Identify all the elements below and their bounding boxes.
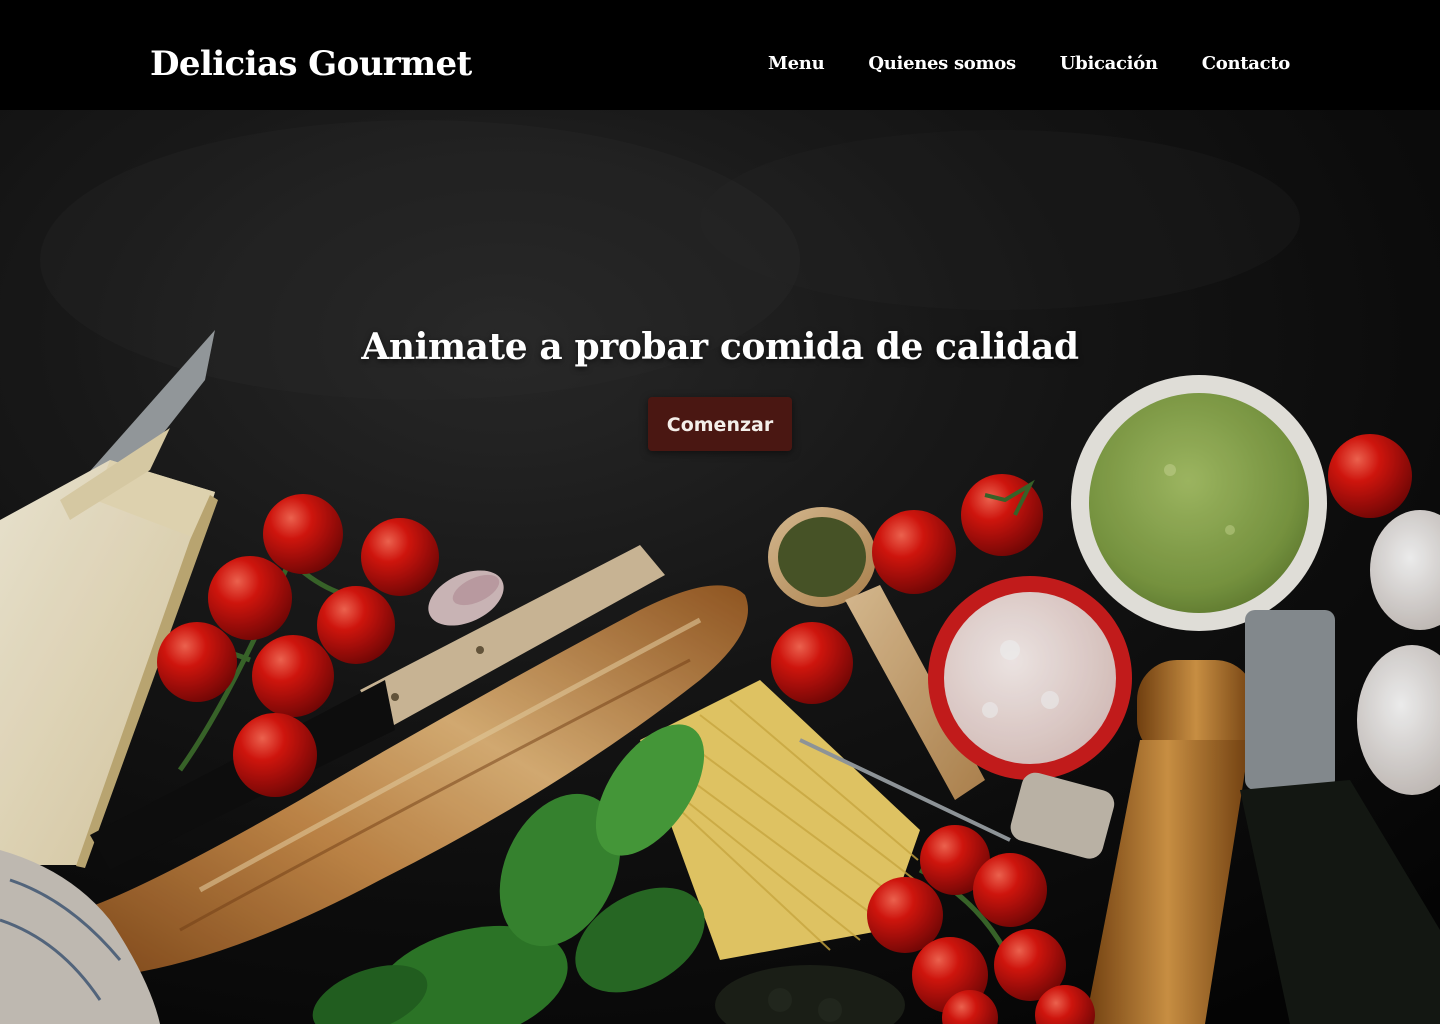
main-nav: Menu Quienes somos Ubicación Contacto [768,48,1290,80]
nav-item-contacto[interactable]: Contacto [1202,48,1291,80]
nav-item-ubicacion[interactable]: Ubicación [1060,48,1158,80]
hero-content: Animate a probar comida de calidad Comen… [0,324,1440,451]
brand-logo[interactable]: Delicias Gourmet [150,40,472,88]
nav-item-menu[interactable]: Menu [768,48,825,80]
site-header: Delicias Gourmet Menu Quienes somos Ubic… [0,0,1440,110]
hero-section: Animate a probar comida de calidad Comen… [0,110,1440,1024]
hero-food-photo [0,110,1440,1024]
start-button[interactable]: Comenzar [648,397,792,451]
nav-item-quienes-somos[interactable]: Quienes somos [868,48,1016,80]
hero-title: Animate a probar comida de calidad [361,326,1079,368]
